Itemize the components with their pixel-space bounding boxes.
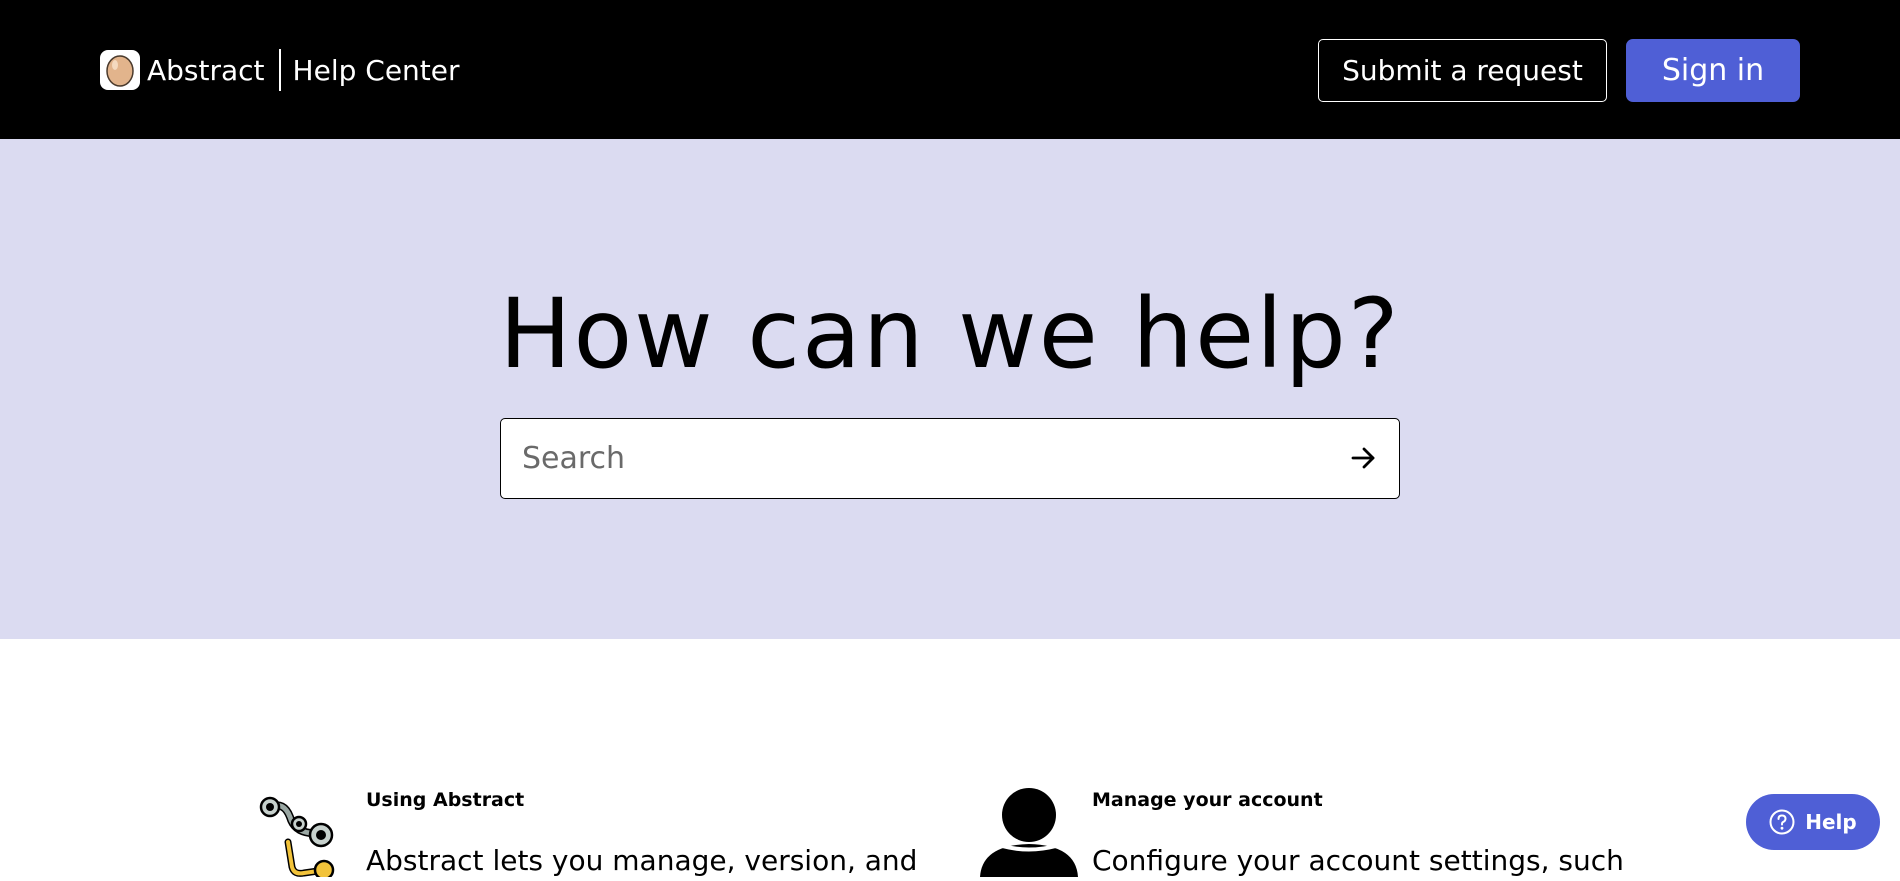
category-title[interactable]: Using Abstract — [366, 789, 524, 811]
hero-section: How can we help? — [0, 139, 1900, 639]
help-widget-button[interactable]: Help — [1746, 794, 1880, 850]
categories-section: Using Abstract Abstract lets you manage,… — [0, 639, 1900, 881]
search-form — [500, 418, 1400, 499]
category-description: Abstract lets you manage, version, and — [366, 844, 918, 877]
page-title: How can we help? — [499, 278, 1401, 390]
search-submit-button[interactable] — [1345, 439, 1383, 477]
egg-logo-icon — [100, 50, 140, 90]
arrow-right-icon — [1351, 446, 1377, 470]
category-title[interactable]: Manage your account — [1092, 789, 1323, 811]
help-widget-label: Help — [1805, 810, 1857, 834]
sign-in-button[interactable]: Sign in — [1626, 39, 1800, 102]
brand-home-link[interactable]: Abstract Help Center — [100, 48, 460, 92]
category-description: Configure your account settings, such — [1092, 844, 1624, 877]
site-header: Abstract Help Center Submit a request Si… — [0, 0, 1900, 139]
question-circle-icon — [1769, 809, 1795, 835]
help-center-label: Help Center — [292, 53, 460, 87]
search-input[interactable] — [520, 419, 1320, 497]
brand-divider — [278, 49, 281, 91]
person-icon — [980, 787, 1080, 877]
brand-name: Abstract — [147, 53, 265, 87]
category-card-using-abstract[interactable]: Using Abstract Abstract lets you manage,… — [254, 639, 917, 881]
submit-request-button[interactable]: Submit a request — [1318, 39, 1607, 102]
robot-arm-icon — [254, 787, 354, 881]
category-card-manage-account[interactable]: Manage your account Configure your accou… — [980, 639, 1660, 877]
